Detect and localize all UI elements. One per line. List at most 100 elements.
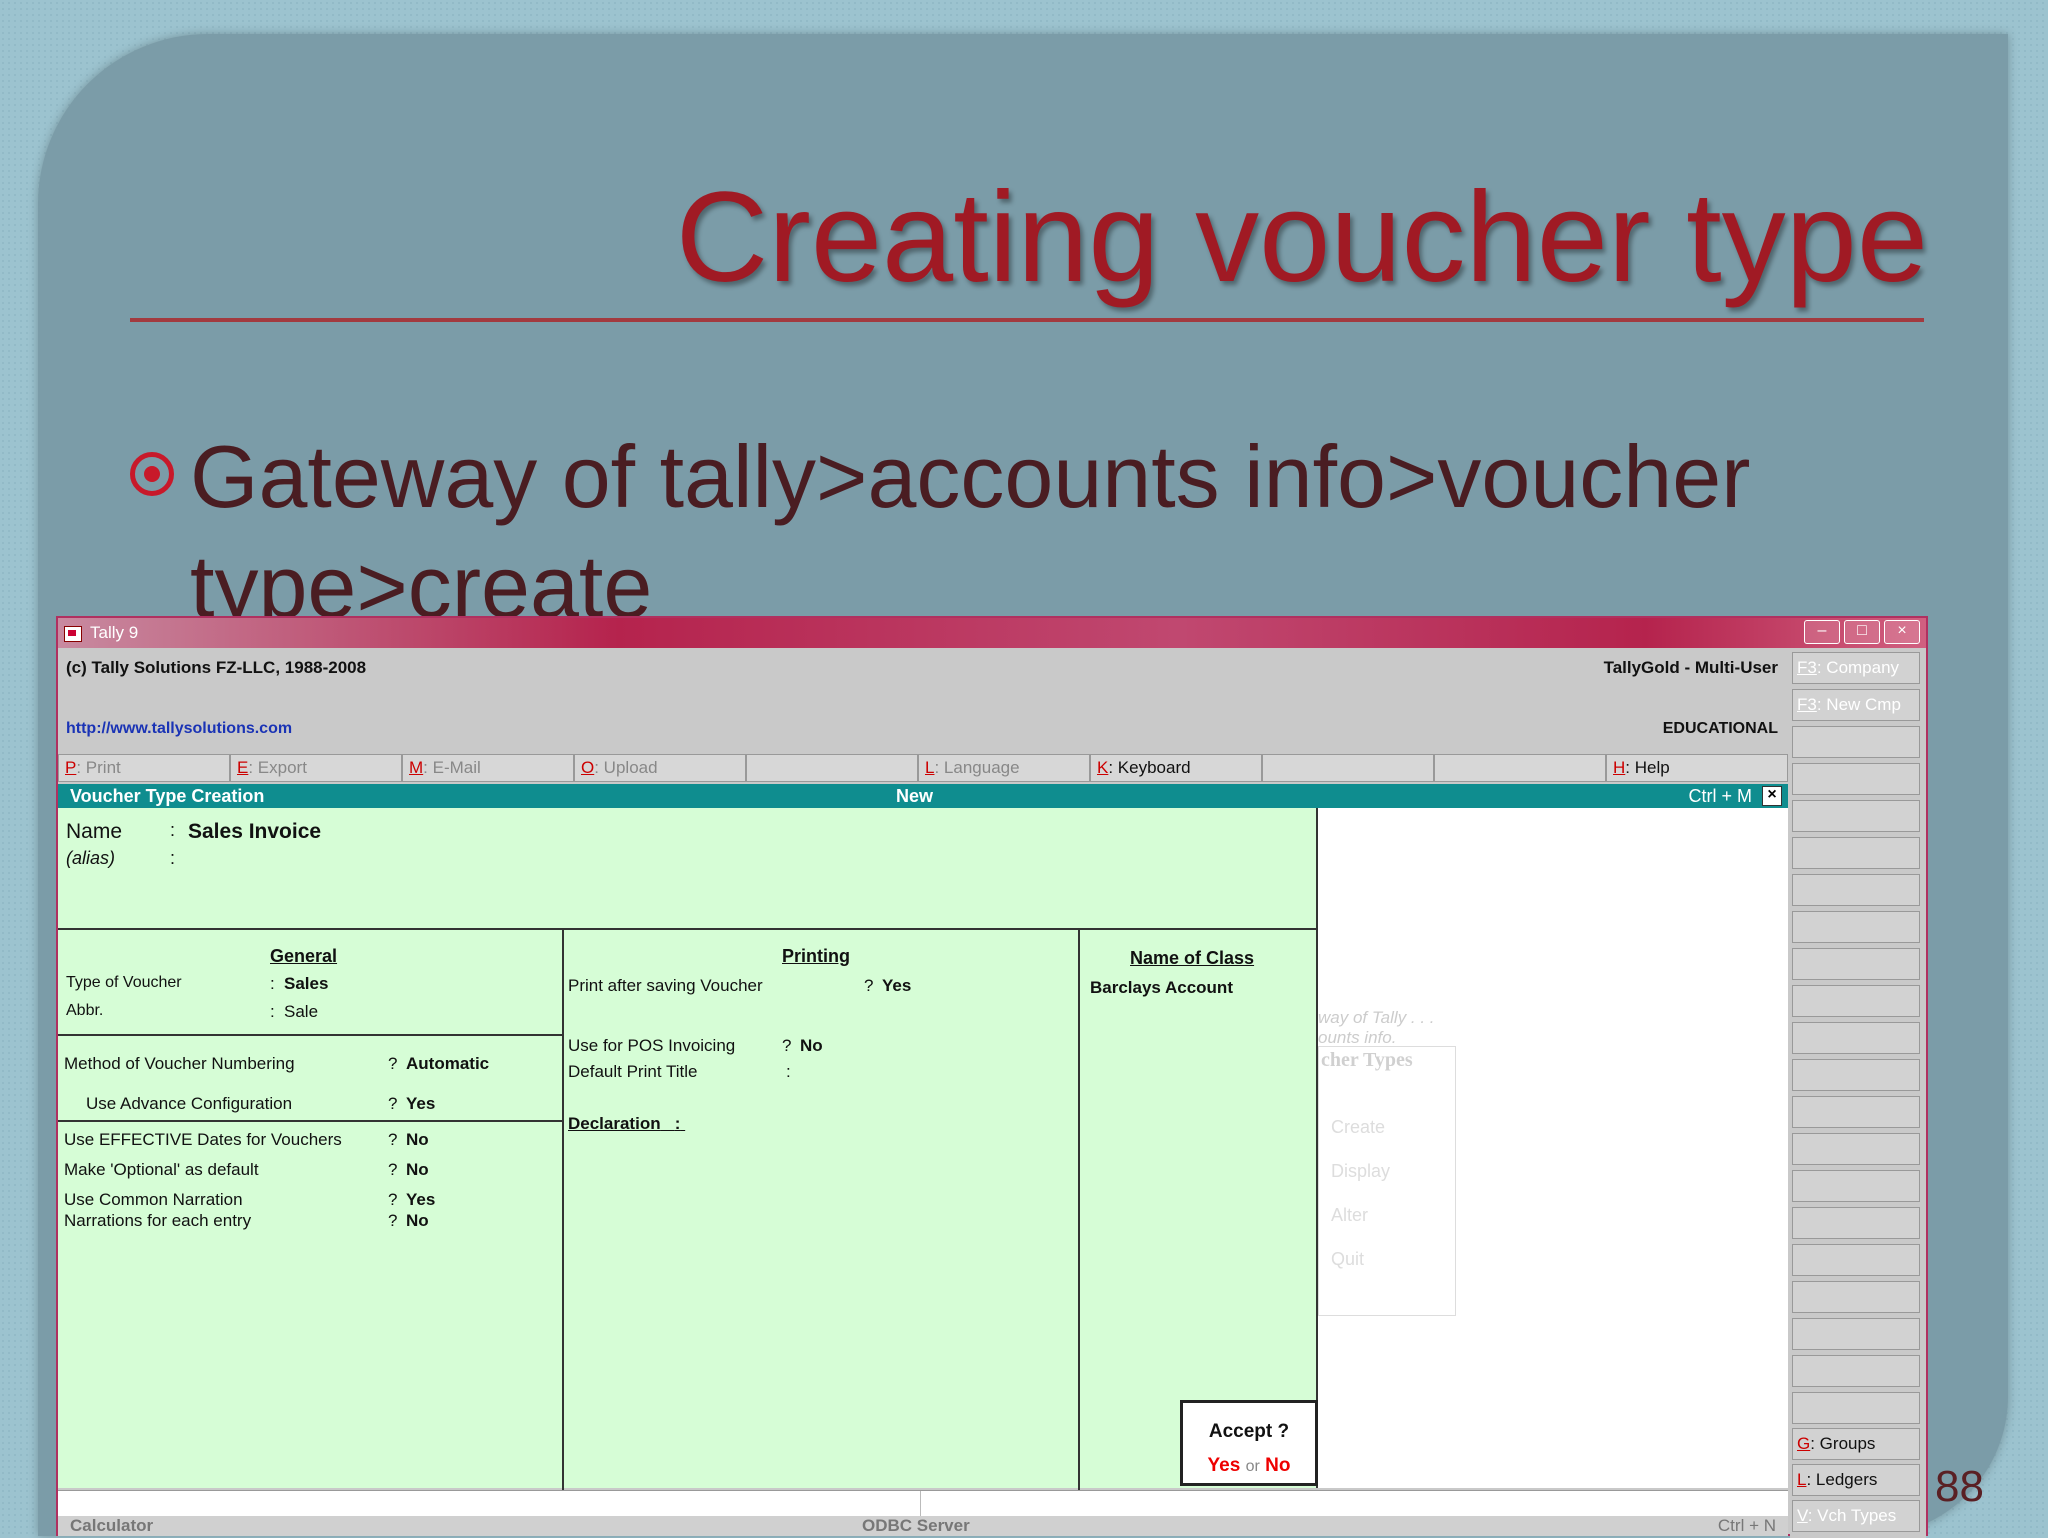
abbr-field[interactable]: Sale — [284, 1002, 318, 1022]
effective-dates-field[interactable]: No — [406, 1130, 429, 1150]
empty-side-slot — [1792, 800, 1920, 832]
empty-button-slot — [1262, 754, 1434, 782]
default-print-title-field[interactable]: : — [786, 1062, 791, 1082]
narration-each-entry-label: Narrations for each entry — [64, 1211, 252, 1230]
export-button[interactable]: E: Export — [230, 754, 402, 782]
empty-side-slot — [1792, 874, 1920, 906]
voucher-types-button[interactable]: V: Vch Types — [1792, 1500, 1920, 1532]
pos-invoicing-field[interactable]: No — [800, 1036, 823, 1056]
accept-question: Accept ? — [1208, 1421, 1290, 1442]
website-link[interactable]: http://www.tallysolutions.com — [66, 720, 292, 738]
alias-label: (alias) — [66, 848, 116, 868]
advance-config-field[interactable]: Yes — [406, 1094, 435, 1114]
empty-side-slot — [1792, 1059, 1920, 1091]
license-type-text: EDUCATIONAL — [1662, 720, 1778, 737]
accept-no-button[interactable]: No — [1265, 1455, 1290, 1476]
background-pane: way of Tally . . . ounts info. cher Type… — [1318, 808, 1788, 1488]
window-title: Tally 9 — [90, 623, 139, 642]
empty-side-slot — [1792, 1318, 1920, 1350]
accept-or: or — [1245, 1458, 1260, 1475]
company-button[interactable]: F3: Company — [1792, 652, 1920, 684]
ghost-menu-item: Display — [1331, 1161, 1391, 1181]
empty-side-slot — [1792, 1244, 1920, 1276]
ghost-menu-item: Alter — [1331, 1205, 1369, 1225]
tally-app-icon — [64, 625, 82, 642]
form-title: Voucher Type Creation — [70, 786, 265, 806]
calculator-shortcut: Ctrl + N — [1717, 1516, 1776, 1535]
common-narration-label: Use Common Narration — [64, 1190, 243, 1209]
status-bar: Calculator ODBC Server Ctrl + N — [58, 1516, 1788, 1536]
form-mode: New — [896, 786, 934, 806]
upload-button[interactable]: O: Upload — [574, 754, 746, 782]
window-titlebar[interactable]: Tally 9 – □ × — [58, 618, 1926, 648]
groups-button[interactable]: G: Groups — [1792, 1428, 1920, 1460]
empty-side-slot — [1792, 1392, 1920, 1424]
ghost-menu-item: Create — [1331, 1117, 1386, 1137]
ledgers-button[interactable]: L: Ledgers — [1792, 1464, 1920, 1496]
ghost-menu-item: Quit — [1331, 1249, 1365, 1269]
type-of-voucher-field[interactable]: Sales — [284, 974, 328, 994]
calculator-label: Calculator — [70, 1516, 154, 1535]
numbering-method-field[interactable]: Automatic — [406, 1054, 489, 1074]
empty-side-slot — [1792, 726, 1920, 758]
empty-side-slot — [1792, 1355, 1920, 1387]
numbering-method-label: Method of Voucher Numbering — [64, 1054, 295, 1073]
common-narration-field[interactable]: Yes — [406, 1190, 435, 1210]
advance-config-label: Use Advance Configuration — [86, 1094, 293, 1113]
print-button[interactable]: P: Print — [58, 754, 230, 782]
empty-button-slot — [746, 754, 918, 782]
name-label: Name — [66, 820, 123, 843]
abbr-label: Abbr. — [66, 1002, 104, 1019]
empty-side-slot — [1792, 948, 1920, 980]
effective-dates-label: Use EFFECTIVE Dates for Vouchers — [64, 1130, 342, 1149]
title-divider — [130, 318, 1924, 322]
empty-side-slot — [1792, 1281, 1920, 1313]
default-print-title-label: Default Print Title — [568, 1062, 698, 1081]
name-field[interactable]: Sales Invoice — [188, 820, 321, 844]
printing-heading: Printing — [782, 946, 850, 966]
close-form-icon[interactable]: × — [1762, 786, 1782, 806]
optional-default-field[interactable]: No — [406, 1160, 429, 1180]
help-button[interactable]: H: Help — [1606, 754, 1788, 782]
odbc-server-label: ODBC Server — [862, 1516, 970, 1535]
declaration-label[interactable]: Declaration : — [568, 1114, 685, 1134]
printing-section: Printing Print after saving Voucher ? Ye… — [564, 930, 1080, 1490]
empty-side-slot — [1792, 1022, 1920, 1054]
header-area: (c) Tally Solutions FZ-LLC, 1988-2008 Ta… — [58, 648, 1788, 737]
page-number: 88 — [1935, 1462, 1984, 1511]
empty-side-slot — [1792, 1096, 1920, 1128]
alias-field[interactable]: : — [170, 848, 175, 869]
narration-each-entry-field[interactable]: No — [406, 1211, 429, 1231]
empty-side-slot — [1792, 763, 1920, 795]
side-button-panel: F3: Company F3: New Cmp G: Groups L: Led… — [1790, 648, 1926, 1538]
print-after-saving-field[interactable]: Yes — [882, 976, 911, 996]
maximize-button[interactable]: □ — [1844, 620, 1880, 644]
ghost-menu-title: cher Types — [1321, 1049, 1413, 1071]
new-company-button[interactable]: F3: New Cmp — [1792, 689, 1920, 721]
ghost-gateway-text: way of Tally . . . ounts info. — [1318, 1008, 1435, 1047]
empty-side-slot — [1792, 985, 1920, 1017]
print-after-saving-label: Print after saving Voucher — [568, 976, 763, 995]
language-button[interactable]: L: Language — [918, 754, 1090, 782]
calculator-input-bar[interactable] — [58, 1490, 1788, 1517]
keyboard-button[interactable]: K: Keyboard — [1090, 754, 1262, 782]
accept-dialog: Accept ? Yes or No — [1180, 1400, 1318, 1486]
accept-yes-button[interactable]: Yes — [1208, 1455, 1241, 1476]
email-button[interactable]: M: E-Mail — [402, 754, 574, 782]
voucher-type-form: Name : Sales Invoice (alias) : General T… — [58, 808, 1318, 1490]
form-shortcut: Ctrl + M — [1688, 786, 1752, 806]
class-value[interactable]: Barclays Account — [1090, 978, 1233, 998]
copyright-text: (c) Tally Solutions FZ-LLC, 1988-2008 — [66, 658, 367, 677]
empty-side-slot — [1792, 837, 1920, 869]
form-sections: General Type of Voucher : Sales Abbr. : … — [58, 928, 1316, 1490]
minimize-button[interactable]: – — [1804, 620, 1840, 644]
empty-side-slot — [1792, 911, 1920, 943]
class-heading: Name of Class — [1130, 948, 1255, 968]
bullet-text: Gateway of tally>accounts info>voucher t… — [190, 427, 1751, 636]
tally-window: Tally 9 – □ × (c) Tally Solutions FZ-LLC… — [56, 616, 1928, 1538]
form-title-bar: Voucher Type Creation New Ctrl + M × — [58, 784, 1788, 808]
ghost-voucher-menu: cher Types Create Display Alter Quit — [1318, 1046, 1456, 1316]
close-window-button[interactable]: × — [1884, 620, 1920, 644]
general-heading: General — [270, 946, 338, 966]
optional-default-label: Make 'Optional' as default — [64, 1160, 259, 1179]
